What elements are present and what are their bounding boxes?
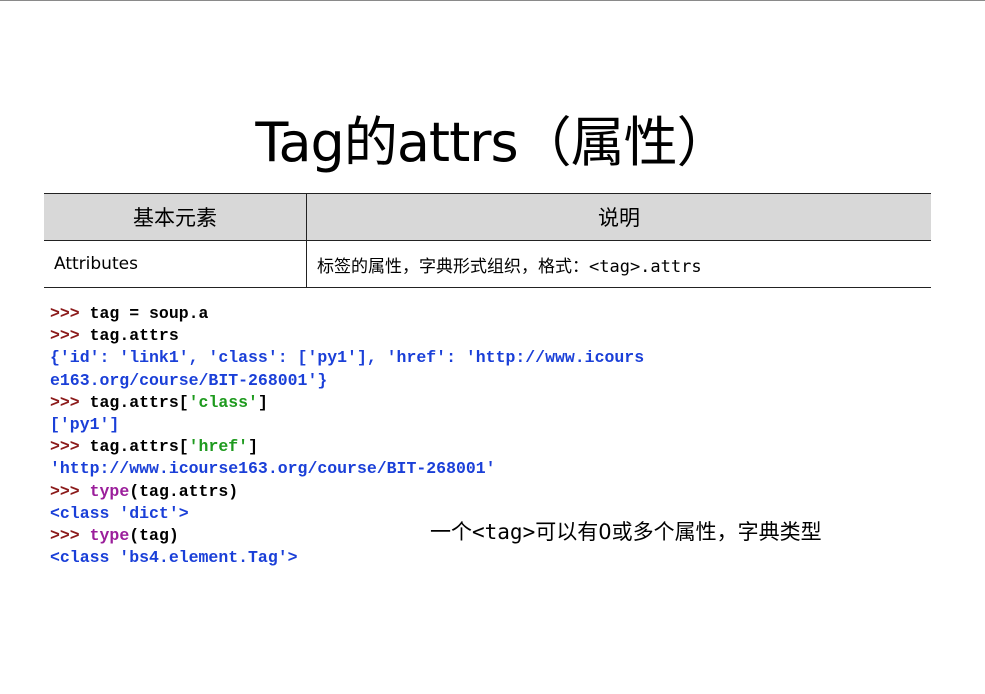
code-line: >>> tag = soup.a [50, 304, 209, 323]
code-output: <class 'dict'> [50, 503, 189, 523]
code-output: ['py1'] [50, 415, 120, 435]
code-output: 'http://www.icourse163.org/course/BIT-26… [50, 459, 496, 479]
table-header-row: 基本元素 说明 [44, 193, 931, 241]
header-element: 基本元素 [44, 193, 307, 241]
code-line: >>> type(tag) [50, 526, 179, 546]
attributes-table: 基本元素 说明 Attributes 标签的属性，字典形式组织，格式：<tag>… [44, 193, 931, 288]
cell-description: 标签的属性，字典形式组织，格式：<tag>.attrs [306, 240, 931, 288]
slide-title: Tag的attrs（属性） [255, 111, 730, 174]
code-line: >>> tag.attrs['href'] [50, 437, 258, 457]
table-row: Attributes 标签的属性，字典形式组织，格式：<tag>.attrs [44, 240, 931, 288]
code-line: >>> type(tag.attrs) [50, 481, 239, 501]
code-line: >>> tag.attrs['class'] [50, 392, 268, 412]
description-text: 标签的属性，字典形式组织，格式： [317, 256, 589, 277]
note-text: 一个<tag>可以有0或多个属性，字典类型 [430, 520, 822, 544]
header-description: 说明 [306, 193, 931, 241]
cell-element: Attributes [44, 240, 307, 288]
code-output: <class 'bs4.element.Tag'> [50, 548, 298, 568]
note-code: <tag> [472, 520, 536, 544]
code-output: e163.org/course/BIT-268001'} [50, 370, 328, 390]
description-code: <tag>.attrs [589, 256, 702, 277]
code-line: >>> tag.attrs [50, 326, 179, 346]
top-rule [0, 0, 985, 1]
code-output: {'id': 'link1', 'class': ['py1'], 'href'… [50, 348, 645, 368]
